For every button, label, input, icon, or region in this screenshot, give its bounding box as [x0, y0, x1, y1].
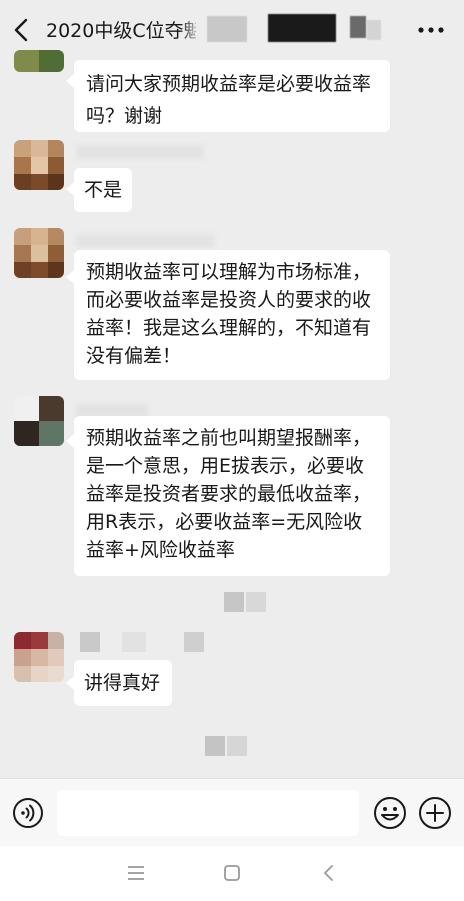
sender-name: [76, 145, 204, 159]
message-bubble[interactable]: 不是: [74, 168, 132, 212]
back-arrow-icon[interactable]: [318, 861, 340, 885]
message-input[interactable]: [57, 790, 359, 836]
redacted-header-block: [350, 16, 366, 38]
avatar[interactable]: [14, 396, 64, 446]
emoji-icon[interactable]: [373, 796, 407, 830]
chat-title: 2020中级C位夺魁: [46, 20, 196, 42]
redacted-sender-name: [80, 632, 220, 652]
system-nav-bar: [0, 846, 464, 901]
redacted-header-block: [268, 14, 336, 42]
voice-icon[interactable]: [12, 797, 44, 829]
bubble-tail: [66, 74, 74, 88]
message-bubble[interactable]: 预期收益率可以理解为市场标准，而必要收益率是投资人的要求的收益率！我是这么理解的…: [74, 250, 390, 380]
message-bubble[interactable]: 请问大家预期收益率是必要收益率吗？谢谢: [74, 60, 390, 132]
avatar[interactable]: [14, 140, 64, 190]
redacted-header-block: [207, 16, 247, 42]
redacted-header-block: [367, 20, 381, 40]
avatar[interactable]: [14, 50, 64, 72]
avatar[interactable]: [14, 632, 64, 682]
home-square-icon[interactable]: [221, 862, 243, 884]
plus-icon[interactable]: [418, 796, 452, 830]
redacted-system-notice: [205, 736, 249, 756]
sender-name: [76, 234, 214, 248]
redacted-system-notice: [224, 592, 268, 612]
message-bubble[interactable]: 讲得真好: [74, 660, 172, 706]
avatar[interactable]: [14, 228, 64, 278]
bubble-tail: [66, 676, 74, 690]
title-fade: [180, 15, 202, 45]
bubble-tail: [66, 270, 74, 284]
menu-icon[interactable]: [125, 863, 147, 883]
bubble-tail: [66, 434, 74, 448]
message-bubble[interactable]: 预期收益率之前也叫期望报酬率，是一个意思，用E拔表示，必要收益率是投资者要求的最…: [74, 416, 390, 576]
chat-header: 2020中级C位夺魁: [0, 0, 464, 62]
bubble-tail: [66, 182, 74, 196]
chat-input-bar: [0, 778, 464, 846]
more-horizontal-icon[interactable]: [416, 18, 446, 42]
chevron-left-icon[interactable]: [10, 14, 34, 46]
